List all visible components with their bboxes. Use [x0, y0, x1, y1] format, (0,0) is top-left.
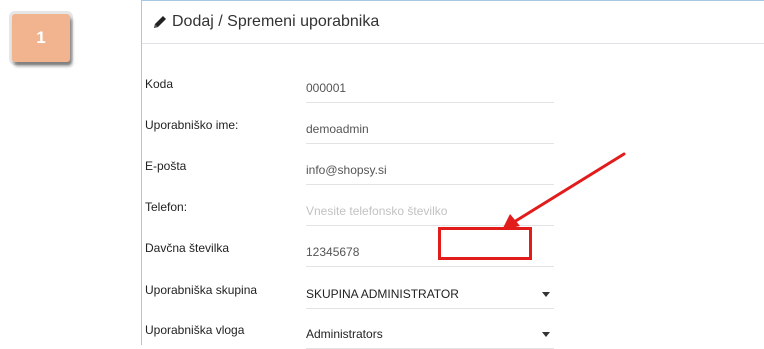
pencil-icon — [154, 16, 166, 28]
user-group-select[interactable]: SKUPINA ADMINISTRATOR — [306, 279, 554, 309]
caret-down-icon — [542, 331, 550, 337]
step-number: 1 — [36, 28, 46, 47]
email-field[interactable]: info@shopsy.si — [306, 155, 554, 185]
user-group-value: SKUPINA ADMINISTRATOR — [306, 286, 459, 301]
panel-title: Dodaj / Spremeni uporabnika — [172, 13, 380, 30]
username-label: Uporabniško ime: — [145, 118, 239, 132]
highlight-box — [438, 227, 532, 260]
phone-field[interactable]: Vnesite telefonsko številko — [306, 196, 554, 226]
caret-down-icon — [542, 291, 550, 297]
user-role-value: Administrators — [306, 326, 383, 341]
email-label: E-pošta — [145, 159, 187, 173]
tax-number-label: Davčna številka — [145, 241, 230, 255]
form-row-username: Uporabniško ime: demoadmin — [145, 114, 558, 144]
user-group-label: Uporabniška skupina — [145, 283, 258, 297]
form-row-user-role: Uporabniška vloga Administrators — [145, 319, 558, 349]
panel-header: Dodaj / Spremeni uporabnika — [142, 1, 764, 44]
step-number-badge: 1 — [12, 14, 70, 62]
phone-label: Telefon: — [145, 200, 188, 214]
form-row-koda: Koda 000001 — [145, 73, 558, 103]
koda-label: Koda — [145, 77, 174, 91]
username-field[interactable]: demoadmin — [306, 114, 554, 144]
form-row-user-group: Uporabniška skupina SKUPINA ADMINISTRATO… — [145, 279, 558, 309]
form-row-email: E-pošta info@shopsy.si — [145, 155, 558, 185]
user-role-label: Uporabniška vloga — [145, 323, 245, 337]
koda-field[interactable]: 000001 — [306, 73, 554, 103]
form-row-phone: Telefon: Vnesite telefonsko številko — [145, 196, 558, 226]
